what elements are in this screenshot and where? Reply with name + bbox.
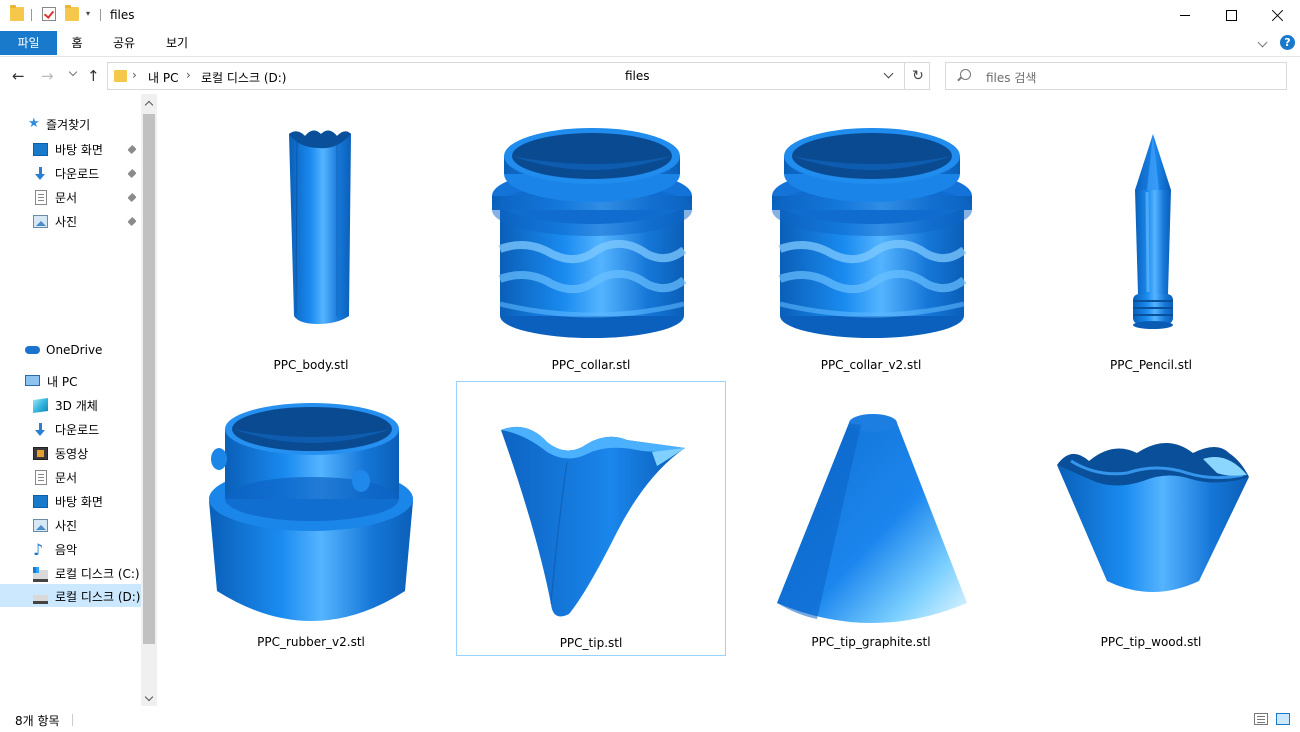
file-list: PPC_body.stl PPC_collar.stl PPC_collar_v… [157, 94, 1300, 706]
search-box[interactable]: files 검색 [945, 62, 1287, 90]
drive-c-icon [33, 567, 48, 582]
sidebar-scrollbar[interactable] [141, 94, 157, 706]
navigation-pane: ★ 즐겨찾기 바탕 화면 다운로드 문서 사진 OneDrive 내 PC 3D… [0, 94, 157, 706]
file-item[interactable]: PPC_body.stl [177, 104, 447, 379]
recent-locations-chevron-icon[interactable] [68, 67, 78, 77]
breadcrumb-this-pc[interactable]: 내 PC [148, 69, 178, 86]
sidebar-item-pictures[interactable]: 사진 [33, 211, 143, 233]
item-count: 8개 항목 [15, 714, 60, 728]
file-name: PPC_collar.stl [551, 358, 631, 372]
window-title: files [110, 8, 135, 22]
divider [100, 9, 101, 21]
file-item[interactable]: PPC_collar.stl [457, 104, 727, 379]
expand-ribbon-chevron-icon[interactable] [1257, 37, 1268, 48]
download-icon [33, 167, 48, 180]
file-item[interactable]: PPC_tip_wood.stl [1017, 381, 1287, 656]
stl-thumbnail-cone [777, 414, 967, 623]
maximize-button[interactable] [1208, 0, 1254, 31]
forward-button[interactable]: → [41, 67, 54, 85]
scrollbar-thumb[interactable] [143, 114, 155, 644]
file-name: PPC_Pencil.stl [1109, 358, 1193, 372]
stl-thumbnail-wood [1057, 443, 1249, 592]
sidebar-item-desktop[interactable]: 바탕 화면 [33, 139, 143, 161]
details-view-icon[interactable] [1254, 713, 1268, 725]
title-bar: ▾ files [0, 0, 1300, 31]
pin-icon [127, 168, 137, 179]
back-button[interactable]: ← [12, 67, 25, 85]
desktop-icon [33, 495, 48, 508]
file-name: PPC_tip.stl [559, 636, 623, 650]
pin-icon [127, 216, 137, 227]
properties-icon[interactable] [42, 7, 56, 21]
status-bar: 8개 항목 [0, 706, 1300, 732]
pin-icon [127, 144, 137, 155]
navigation-bar: ← → ↑ › 내 PC › 로컬 디스크 (D:) files ↻ files… [0, 57, 1300, 94]
large-icons-view-icon[interactable] [1276, 713, 1290, 725]
tab-file[interactable]: 파일 [0, 31, 57, 55]
divider [72, 714, 73, 726]
sidebar-item-downloads[interactable]: 다운로드 [33, 163, 143, 185]
search-icon [960, 69, 971, 80]
music-icon: ♪ [33, 540, 44, 559]
close-button[interactable] [1254, 0, 1300, 31]
pictures-icon [33, 519, 48, 532]
file-item[interactable]: PPC_tip_graphite.stl [737, 381, 1007, 656]
document-icon [35, 190, 47, 205]
search-input[interactable]: files 검색 [986, 69, 1036, 86]
star-icon: ★ [28, 116, 40, 131]
stl-thumbnail-pencil [1133, 134, 1173, 329]
file-name: PPC_tip_wood.stl [1100, 635, 1202, 649]
stl-thumbnail-rubber [209, 403, 413, 621]
breadcrumb-drive-d[interactable]: 로컬 디스크 (D:) [201, 69, 286, 86]
refresh-button[interactable]: ↻ [904, 63, 931, 89]
computer-icon [25, 375, 40, 386]
breadcrumb-separator[interactable]: › [186, 68, 191, 82]
file-item[interactable]: PPC_collar_v2.stl [737, 104, 1007, 379]
folder-icon [114, 70, 127, 82]
document-icon [35, 470, 47, 485]
divider [31, 9, 32, 21]
file-item[interactable]: PPC_rubber_v2.stl [177, 381, 447, 656]
address-bar[interactable]: › 내 PC › 로컬 디스크 (D:) files ↻ [107, 62, 930, 90]
tab-view[interactable]: 보기 [157, 31, 197, 55]
file-name: PPC_rubber_v2.stl [257, 635, 365, 649]
pin-icon [127, 192, 137, 203]
minimize-icon [1180, 15, 1190, 16]
file-name: PPC_collar_v2.stl [820, 358, 922, 372]
file-item[interactable]: PPC_Pencil.stl [1017, 104, 1287, 379]
download-icon [33, 423, 48, 436]
stl-thumbnail-body [289, 130, 351, 324]
stl-thumbnail-collar [492, 128, 692, 338]
up-button[interactable]: ↑ [87, 67, 100, 85]
close-icon [1271, 9, 1284, 22]
address-dropdown-chevron-icon[interactable] [883, 68, 894, 79]
videos-icon [33, 447, 48, 460]
file-item-selected[interactable]: PPC_tip.stl [456, 381, 726, 656]
breadcrumb-separator[interactable]: › [132, 68, 137, 82]
tab-share[interactable]: 공유 [104, 31, 144, 55]
help-icon[interactable]: ? [1280, 35, 1295, 50]
ribbon: 파일 홈 공유 보기 ? [0, 31, 1300, 57]
current-folder-label: files [625, 69, 650, 83]
file-name: PPC_body.stl [273, 358, 349, 372]
tab-home[interactable]: 홈 [57, 31, 97, 55]
onedrive-cloud-icon [25, 346, 40, 354]
sidebar-item-documents[interactable]: 문서 [33, 187, 143, 209]
scroll-up-icon[interactable] [144, 100, 154, 110]
desktop-icon [33, 143, 48, 156]
maximize-icon [1225, 10, 1237, 21]
stl-thumbnail-collar-v2 [772, 128, 972, 338]
stl-thumbnail-tip [501, 426, 685, 617]
scroll-down-icon[interactable] [144, 692, 154, 702]
pictures-icon [33, 215, 48, 228]
drive-d-icon [33, 595, 48, 604]
folder-icon [10, 5, 24, 21]
new-folder-icon[interactable] [65, 5, 79, 21]
file-name: PPC_tip_graphite.stl [811, 635, 931, 649]
3d-objects-icon [33, 397, 48, 414]
customize-toolbar-chevron-icon[interactable]: ▾ [86, 9, 90, 18]
minimize-button[interactable] [1162, 0, 1208, 31]
